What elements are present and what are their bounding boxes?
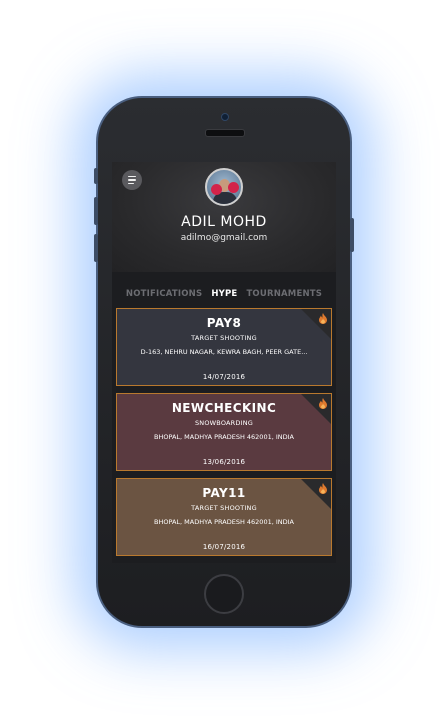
home-button[interactable]	[204, 574, 244, 614]
tab-tournaments[interactable]: TOURNAMENTS	[246, 289, 322, 299]
card-address: D-163, NEHRU NAGAR, KEWRA BAGH, PEER GAT…	[140, 348, 308, 356]
fire-icon[interactable]	[318, 313, 328, 324]
tab-notifications[interactable]: NOTIFICATIONS	[126, 289, 202, 299]
fire-icon[interactable]	[318, 398, 328, 409]
mute-switch	[94, 168, 98, 184]
card-title: NEWCHECKINC	[171, 401, 277, 415]
card-address: BHOPAL, MADHYA PRADESH 462001, INDIA	[154, 433, 294, 441]
avatar[interactable]	[205, 168, 243, 206]
tab-hype[interactable]: HYPE	[211, 289, 237, 299]
earpiece-speaker	[205, 129, 245, 137]
hype-list: PAY8 TARGET SHOOTING D-163, NEHRU NAGAR,…	[116, 308, 332, 563]
profile-header: ADIL MOHD adilmo@gmail.com	[112, 162, 336, 272]
list-item[interactable]: PAY8 TARGET SHOOTING D-163, NEHRU NAGAR,…	[116, 308, 332, 386]
card-sport: SNOWBOARDING	[194, 419, 254, 427]
volume-down-button	[94, 234, 98, 262]
card-title: PAY8	[206, 316, 242, 330]
front-camera	[221, 113, 229, 121]
card-sport: TARGET SHOOTING	[191, 334, 257, 342]
card-sport: TARGET SHOOTING	[191, 504, 257, 512]
card-date: 13/06/2016	[202, 458, 246, 466]
list-item[interactable]: PAY11 TARGET SHOOTING BHOPAL, MADHYA PRA…	[116, 478, 332, 556]
fire-icon[interactable]	[318, 483, 328, 494]
power-button	[350, 218, 354, 252]
tab-bar: NOTIFICATIONS HYPE TOURNAMENTS	[112, 282, 336, 306]
card-title: PAY11	[202, 486, 246, 500]
list-item[interactable]: NEWCHECKINC SNOWBOARDING BHOPAL, MADHYA …	[116, 393, 332, 471]
volume-up-button	[94, 197, 98, 225]
card-date: 14/07/2016	[202, 373, 246, 381]
profile-name: ADIL MOHD	[181, 214, 267, 230]
hamburger-icon[interactable]	[122, 170, 142, 190]
profile-email: adilmo@gmail.com	[180, 233, 268, 243]
card-date: 16/07/2016	[202, 543, 246, 551]
app-screen: ADIL MOHD adilmo@gmail.com NOTIFICATIONS…	[112, 162, 336, 563]
card-address: BHOPAL, MADHYA PRADESH 462001, INDIA	[154, 518, 294, 526]
